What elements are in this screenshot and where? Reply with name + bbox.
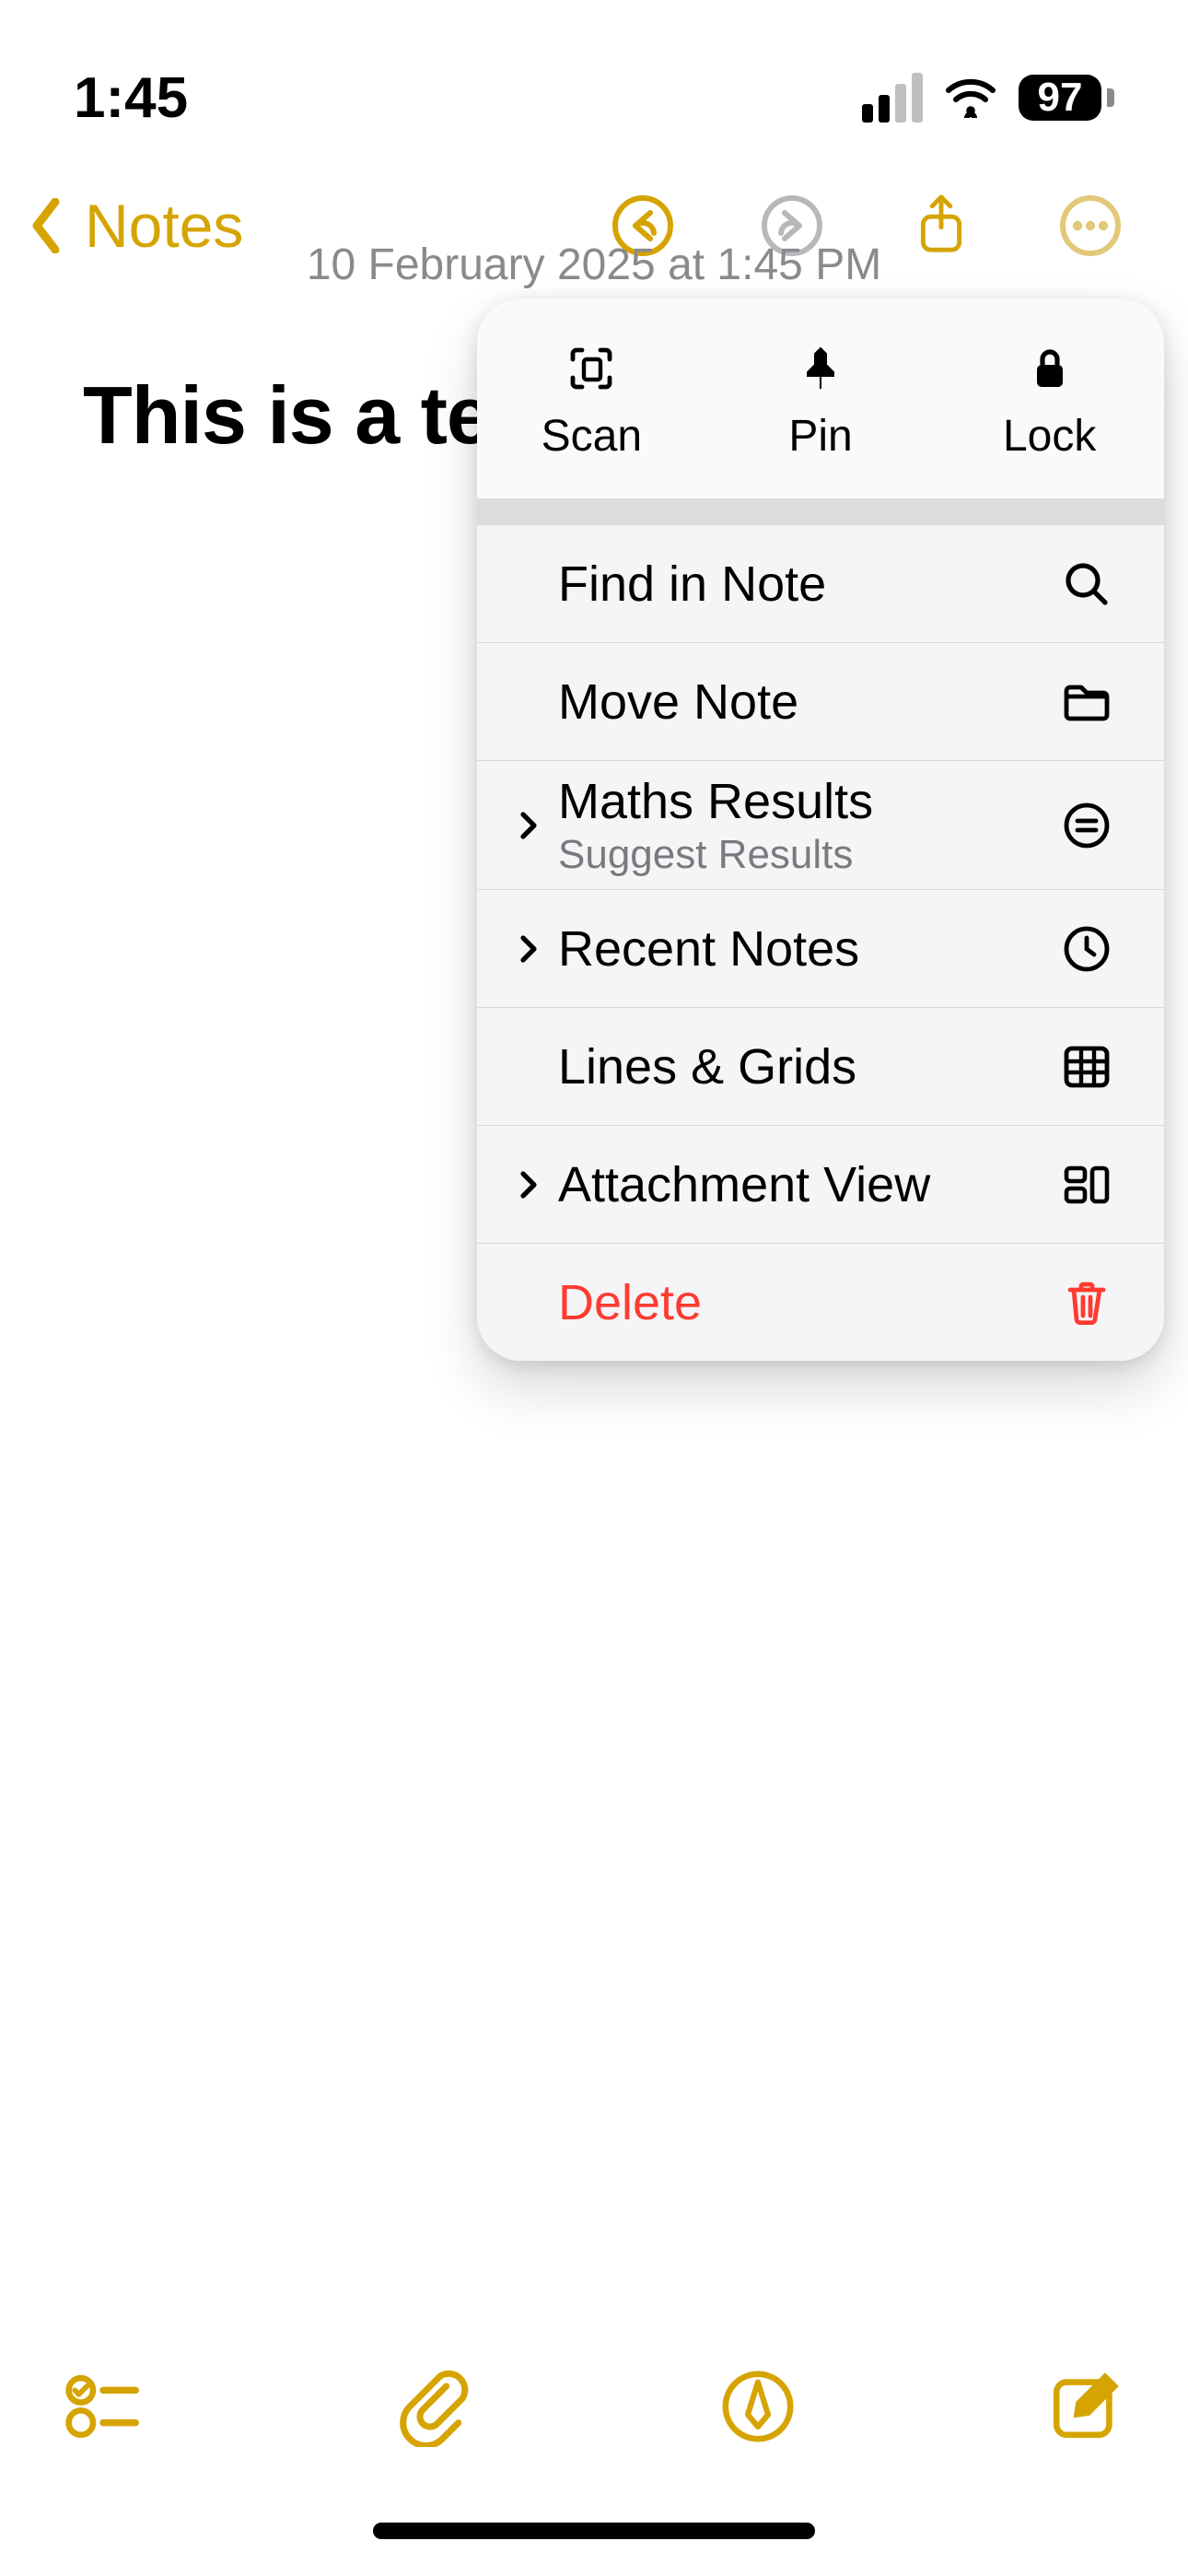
- maths-results-item[interactable]: Maths Results Suggest Results: [477, 760, 1164, 889]
- maths-results-sublabel: Suggest Results: [558, 832, 1061, 878]
- home-indicator[interactable]: [373, 2523, 815, 2539]
- recent-notes-item[interactable]: Recent Notes: [477, 889, 1164, 1007]
- wifi-icon: [945, 77, 996, 118]
- search-icon: [1061, 558, 1112, 610]
- clock-icon: [1061, 923, 1112, 975]
- trash-icon: [1061, 1277, 1112, 1329]
- move-note-label: Move Note: [558, 673, 1061, 731]
- cellular-signal-icon: [862, 73, 923, 123]
- lines-grids-item[interactable]: Lines & Grids: [477, 1007, 1164, 1125]
- attachment-button[interactable]: [390, 2366, 471, 2447]
- equals-circle-icon: [1061, 800, 1112, 851]
- pin-icon: [795, 343, 846, 394]
- delete-label: Delete: [558, 1274, 1061, 1331]
- compose-button[interactable]: [1044, 2366, 1125, 2447]
- scan-icon: [565, 343, 617, 394]
- checklist-icon: [63, 2366, 144, 2447]
- lock-label: Lock: [1003, 411, 1096, 462]
- status-right: 97: [862, 73, 1114, 123]
- status-bar: 1:45 97: [0, 0, 1188, 147]
- attachment-view-label: Attachment View: [558, 1156, 1061, 1213]
- chevron-right-icon: [503, 934, 554, 964]
- attachment-view-item[interactable]: Attachment View: [477, 1125, 1164, 1243]
- scan-label: Scan: [542, 411, 642, 462]
- chevron-right-icon: [503, 811, 554, 840]
- find-in-note-label: Find in Note: [558, 556, 1061, 613]
- attachment-layout-icon: [1061, 1159, 1112, 1211]
- delete-item[interactable]: Delete: [477, 1243, 1164, 1361]
- note-date: 10 February 2025 at 1:45 PM: [0, 240, 1188, 290]
- lock-button[interactable]: Lock: [935, 299, 1164, 498]
- grid-icon: [1061, 1041, 1112, 1093]
- maths-results-label: Maths Results: [558, 773, 1061, 830]
- folder-icon: [1061, 676, 1112, 728]
- lock-icon: [1024, 343, 1076, 394]
- menu-divider: [477, 498, 1164, 524]
- move-note-item[interactable]: Move Note: [477, 642, 1164, 760]
- checklist-button[interactable]: [63, 2366, 144, 2447]
- scan-button[interactable]: Scan: [477, 299, 706, 498]
- paperclip-icon: [390, 2366, 471, 2447]
- recent-notes-label: Recent Notes: [558, 920, 1061, 978]
- find-in-note-item[interactable]: Find in Note: [477, 524, 1164, 642]
- battery-indicator: 97: [1019, 75, 1114, 121]
- status-time: 1:45: [74, 65, 188, 131]
- markup-button[interactable]: [717, 2366, 798, 2447]
- more-menu-popover: Scan Pin Lock Find in Note Move Note: [477, 299, 1164, 1361]
- quick-action-row: Scan Pin Lock: [477, 299, 1164, 498]
- compose-icon: [1044, 2366, 1125, 2447]
- battery-percent: 97: [1038, 75, 1083, 121]
- markup-pen-icon: [717, 2366, 798, 2447]
- pin-label: Pin: [788, 411, 852, 462]
- chevron-right-icon: [503, 1170, 554, 1200]
- bottom-toolbar: [0, 2366, 1188, 2447]
- lines-grids-label: Lines & Grids: [558, 1038, 1061, 1095]
- pin-button[interactable]: Pin: [706, 299, 936, 498]
